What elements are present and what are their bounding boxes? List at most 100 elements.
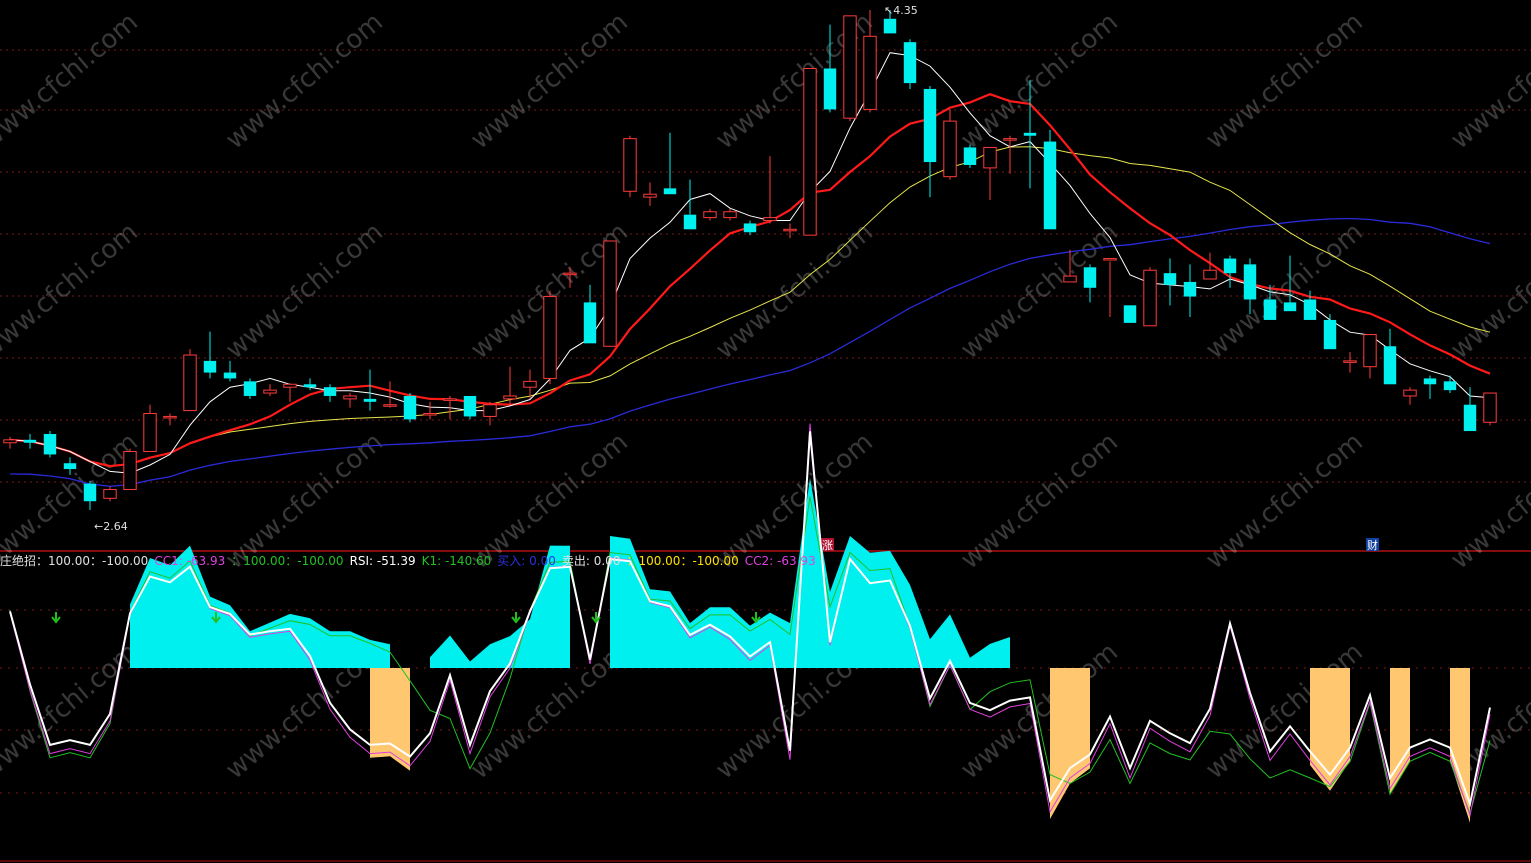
sell-zone-fill xyxy=(1050,668,1090,819)
candle-up xyxy=(523,380,537,388)
candle-up xyxy=(1403,389,1417,397)
candle-down xyxy=(1163,273,1177,285)
watermark-text: www.cfchi.com xyxy=(0,217,144,365)
legend-item: ：100.00：-100.00 xyxy=(626,554,739,568)
candle-down xyxy=(1243,264,1257,300)
candle-up xyxy=(943,120,957,178)
buy-arrow-icon xyxy=(511,612,521,624)
legend-item: CC1: -63.93 xyxy=(154,554,226,568)
watermark-text: www.cfchi.com xyxy=(1445,217,1531,365)
candle-down xyxy=(303,384,317,388)
candle-up xyxy=(643,193,657,198)
buy-arrow-icon xyxy=(51,612,61,624)
candle-down xyxy=(683,214,697,230)
legend-item: 买入: 0.00 xyxy=(497,554,556,568)
candle-down xyxy=(463,395,477,417)
candle-down xyxy=(1303,299,1317,320)
candle-down xyxy=(63,463,77,470)
candle-up xyxy=(603,240,617,347)
candle-down xyxy=(43,433,57,455)
candle-down xyxy=(583,302,597,344)
candle-up xyxy=(623,138,637,192)
candle-up xyxy=(543,296,557,379)
candle-down xyxy=(1283,302,1297,312)
candle-up xyxy=(783,228,797,232)
candle-up xyxy=(503,395,517,400)
candle-down xyxy=(403,395,417,420)
candle-up xyxy=(703,211,717,219)
candle-down xyxy=(663,188,677,195)
candle-down xyxy=(23,439,37,443)
watermark-text: www.cfchi.com xyxy=(220,217,389,365)
candle-up xyxy=(1483,392,1497,423)
buy-zone-fill xyxy=(610,477,1010,668)
legend-item: ：100.00：-100.00 xyxy=(231,554,344,568)
candle-up xyxy=(183,354,197,412)
candle-down xyxy=(883,18,897,34)
watermark-text: www.cfchi.com xyxy=(1445,7,1531,155)
candle-up xyxy=(803,67,817,236)
candle-down xyxy=(1463,404,1477,432)
candle-down xyxy=(1083,267,1097,288)
high-price-label: ↖4.35 xyxy=(884,4,918,17)
candle-down xyxy=(243,381,257,396)
candle-up xyxy=(1063,275,1077,283)
candle-down xyxy=(743,223,757,233)
watermark-text: www.cfchi.com xyxy=(955,217,1124,365)
watermark-text: www.cfchi.com xyxy=(465,7,634,155)
candle-up xyxy=(723,211,737,219)
candle-up xyxy=(443,398,457,401)
ma10-line xyxy=(9,93,1491,468)
candle-up xyxy=(3,439,17,444)
candle-up xyxy=(143,413,157,453)
watermark-text: www.cfchi.com xyxy=(220,7,389,155)
indicator-legend: 庄绝招：100.00：-100.00 CC1: -63.93 ：100.00：-10… xyxy=(0,551,1531,571)
candle-up xyxy=(1363,334,1377,368)
candle-up xyxy=(843,15,857,119)
candle-down xyxy=(1023,132,1037,136)
candle-up xyxy=(383,404,397,407)
candle-up xyxy=(283,383,297,388)
watermark-text: www.cfchi.com xyxy=(955,7,1124,155)
candle-down xyxy=(1263,299,1277,320)
candle-down xyxy=(223,372,237,379)
sell-zone-fill xyxy=(1450,668,1470,823)
candle-up xyxy=(563,272,577,276)
candle-up xyxy=(123,451,137,491)
watermark-layer: www.cfchi.com www.cfchi.com www.cfchi.com w… xyxy=(0,7,1531,785)
watermark-text: www.cfchi.com xyxy=(0,7,144,155)
candle-up xyxy=(1003,138,1017,141)
kline-chart: www.cfchi.com www.cfchi.com www.cfchi.com w… xyxy=(0,4,1531,862)
candle-down xyxy=(323,387,337,396)
candle-up xyxy=(983,146,997,169)
candle-down xyxy=(1123,305,1137,323)
candle-up xyxy=(343,395,357,400)
candle-up xyxy=(1103,258,1117,261)
legend-item: K1: -140.60 xyxy=(421,554,492,568)
watermark-text: www.cfchi.com xyxy=(1200,217,1369,365)
watermark-text: www.cfchi.com xyxy=(1200,7,1369,155)
candle-down xyxy=(1383,346,1397,385)
candle-up xyxy=(1203,269,1217,280)
candle-down xyxy=(903,42,917,84)
sell-zone-fill xyxy=(1390,668,1410,795)
candle-down xyxy=(1443,381,1457,391)
watermark-text: www.cfchi.com xyxy=(710,217,879,365)
candle-up xyxy=(1343,360,1357,363)
candle-down xyxy=(963,147,977,165)
candle-down xyxy=(1183,281,1197,297)
candle-up xyxy=(263,389,277,394)
candle-up xyxy=(863,35,877,110)
legend-item: 卖出: 0.00 xyxy=(561,554,621,568)
candle-down xyxy=(923,88,937,163)
candle-up xyxy=(763,217,777,222)
candle-down xyxy=(1323,319,1337,350)
candle-down xyxy=(1423,378,1437,385)
candle-down xyxy=(823,68,837,110)
cai-marker: 财 xyxy=(1367,538,1378,552)
legend-item: RSI: -51.39 xyxy=(349,554,416,568)
candle-up xyxy=(103,489,117,499)
legend-item: CC2: -63.93 xyxy=(744,554,816,568)
candle-down xyxy=(203,360,217,373)
low-price-label: ←2.64 xyxy=(94,520,128,533)
